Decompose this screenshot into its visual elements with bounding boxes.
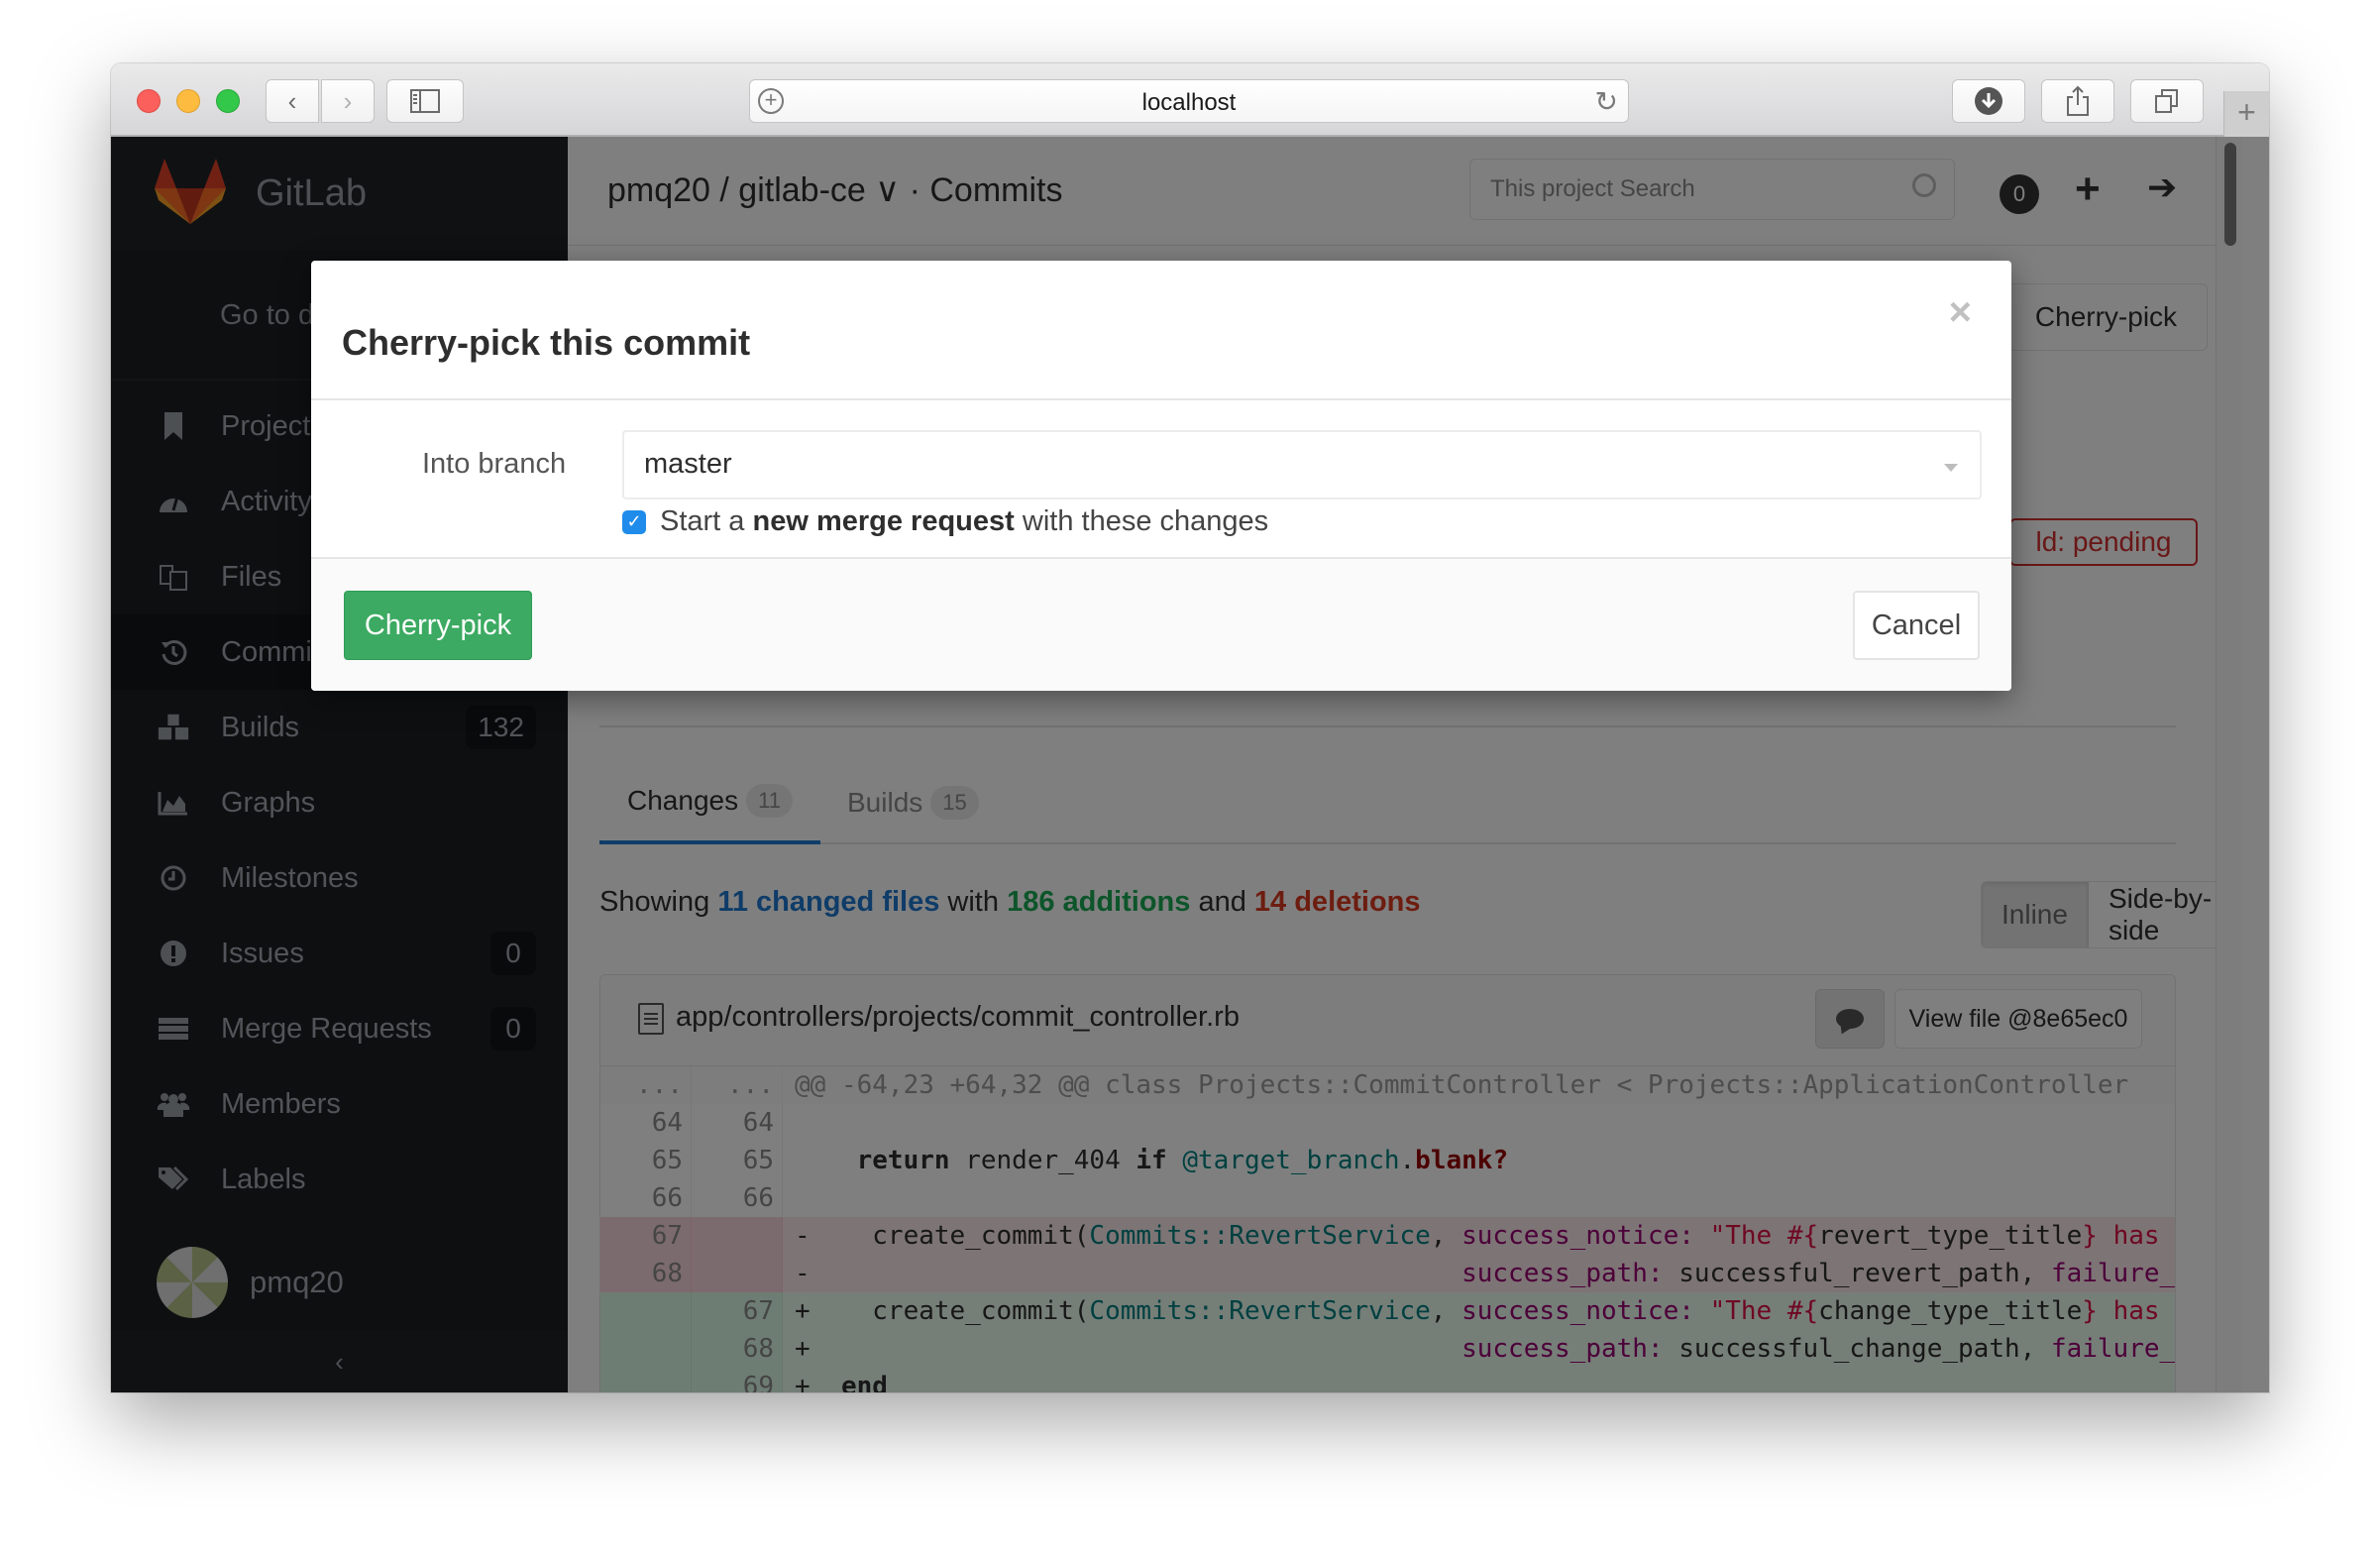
close-icon[interactable]: × (1949, 290, 1972, 335)
mr-text-prefix: Start a (660, 505, 745, 537)
sidebar-icon (410, 89, 440, 113)
start-merge-request-checkbox[interactable]: ✓ (622, 509, 646, 534)
chevron-right-icon: › (343, 85, 353, 116)
share-button[interactable] (2041, 79, 2114, 123)
close-window-button[interactable] (137, 89, 161, 113)
branch-selected-value: master (644, 448, 732, 480)
zoom-window-button[interactable] (216, 89, 240, 113)
tabs-overview-button[interactable] (2130, 79, 2204, 123)
into-branch-label: Into branch (422, 448, 567, 480)
gitlab-page: GitLab Go to d Project Activity F (111, 137, 2269, 1392)
cherry-pick-submit-button[interactable]: Cherry-pick (344, 591, 532, 660)
merge-request-option: ✓ Start a new merge request with these c… (622, 505, 1268, 538)
url-text: localhost (1141, 89, 1237, 116)
browser-toolbar: ‹ › + localhost ↻ + (111, 63, 2269, 137)
modal-title: Cherry-pick this commit (342, 322, 751, 363)
downloads-button[interactable] (1952, 79, 2025, 123)
modal-footer: Cherry-pick Cancel (311, 557, 2011, 691)
browser-window: ‹ › + localhost ↻ + Cherry-pick this com… (111, 63, 2269, 1392)
address-bar[interactable]: + localhost ↻ (749, 79, 1629, 123)
caret-down-icon (1944, 464, 1958, 472)
reload-icon[interactable]: ↻ (1595, 85, 1618, 118)
forward-button[interactable]: › (321, 79, 375, 123)
share-icon (2067, 85, 2089, 116)
merge-request-option-label[interactable]: Start a new merge request with these cha… (660, 505, 1268, 538)
download-icon (1975, 87, 2002, 115)
plus-icon: + (2237, 94, 2256, 130)
cherry-pick-modal: Cherry-pick this commit × Into branch ma… (311, 261, 2011, 691)
tabs-icon (2155, 89, 2178, 113)
mr-text-bold: new merge request (752, 505, 1015, 537)
back-button[interactable]: ‹ (266, 79, 319, 123)
chevron-left-icon: ‹ (287, 85, 297, 116)
mr-text-suffix: with these changes (1022, 505, 1269, 537)
sidebar-toggle-button[interactable] (386, 79, 464, 123)
minimize-window-button[interactable] (176, 89, 200, 113)
modal-body: Into branch master ✓ Start a new merge r… (311, 400, 2011, 557)
modal-header: Cherry-pick this commit × (311, 261, 2011, 400)
cancel-button[interactable]: Cancel (1853, 591, 1980, 660)
branch-select[interactable]: master (622, 430, 1982, 499)
new-tab-button[interactable]: + (2223, 91, 2269, 137)
